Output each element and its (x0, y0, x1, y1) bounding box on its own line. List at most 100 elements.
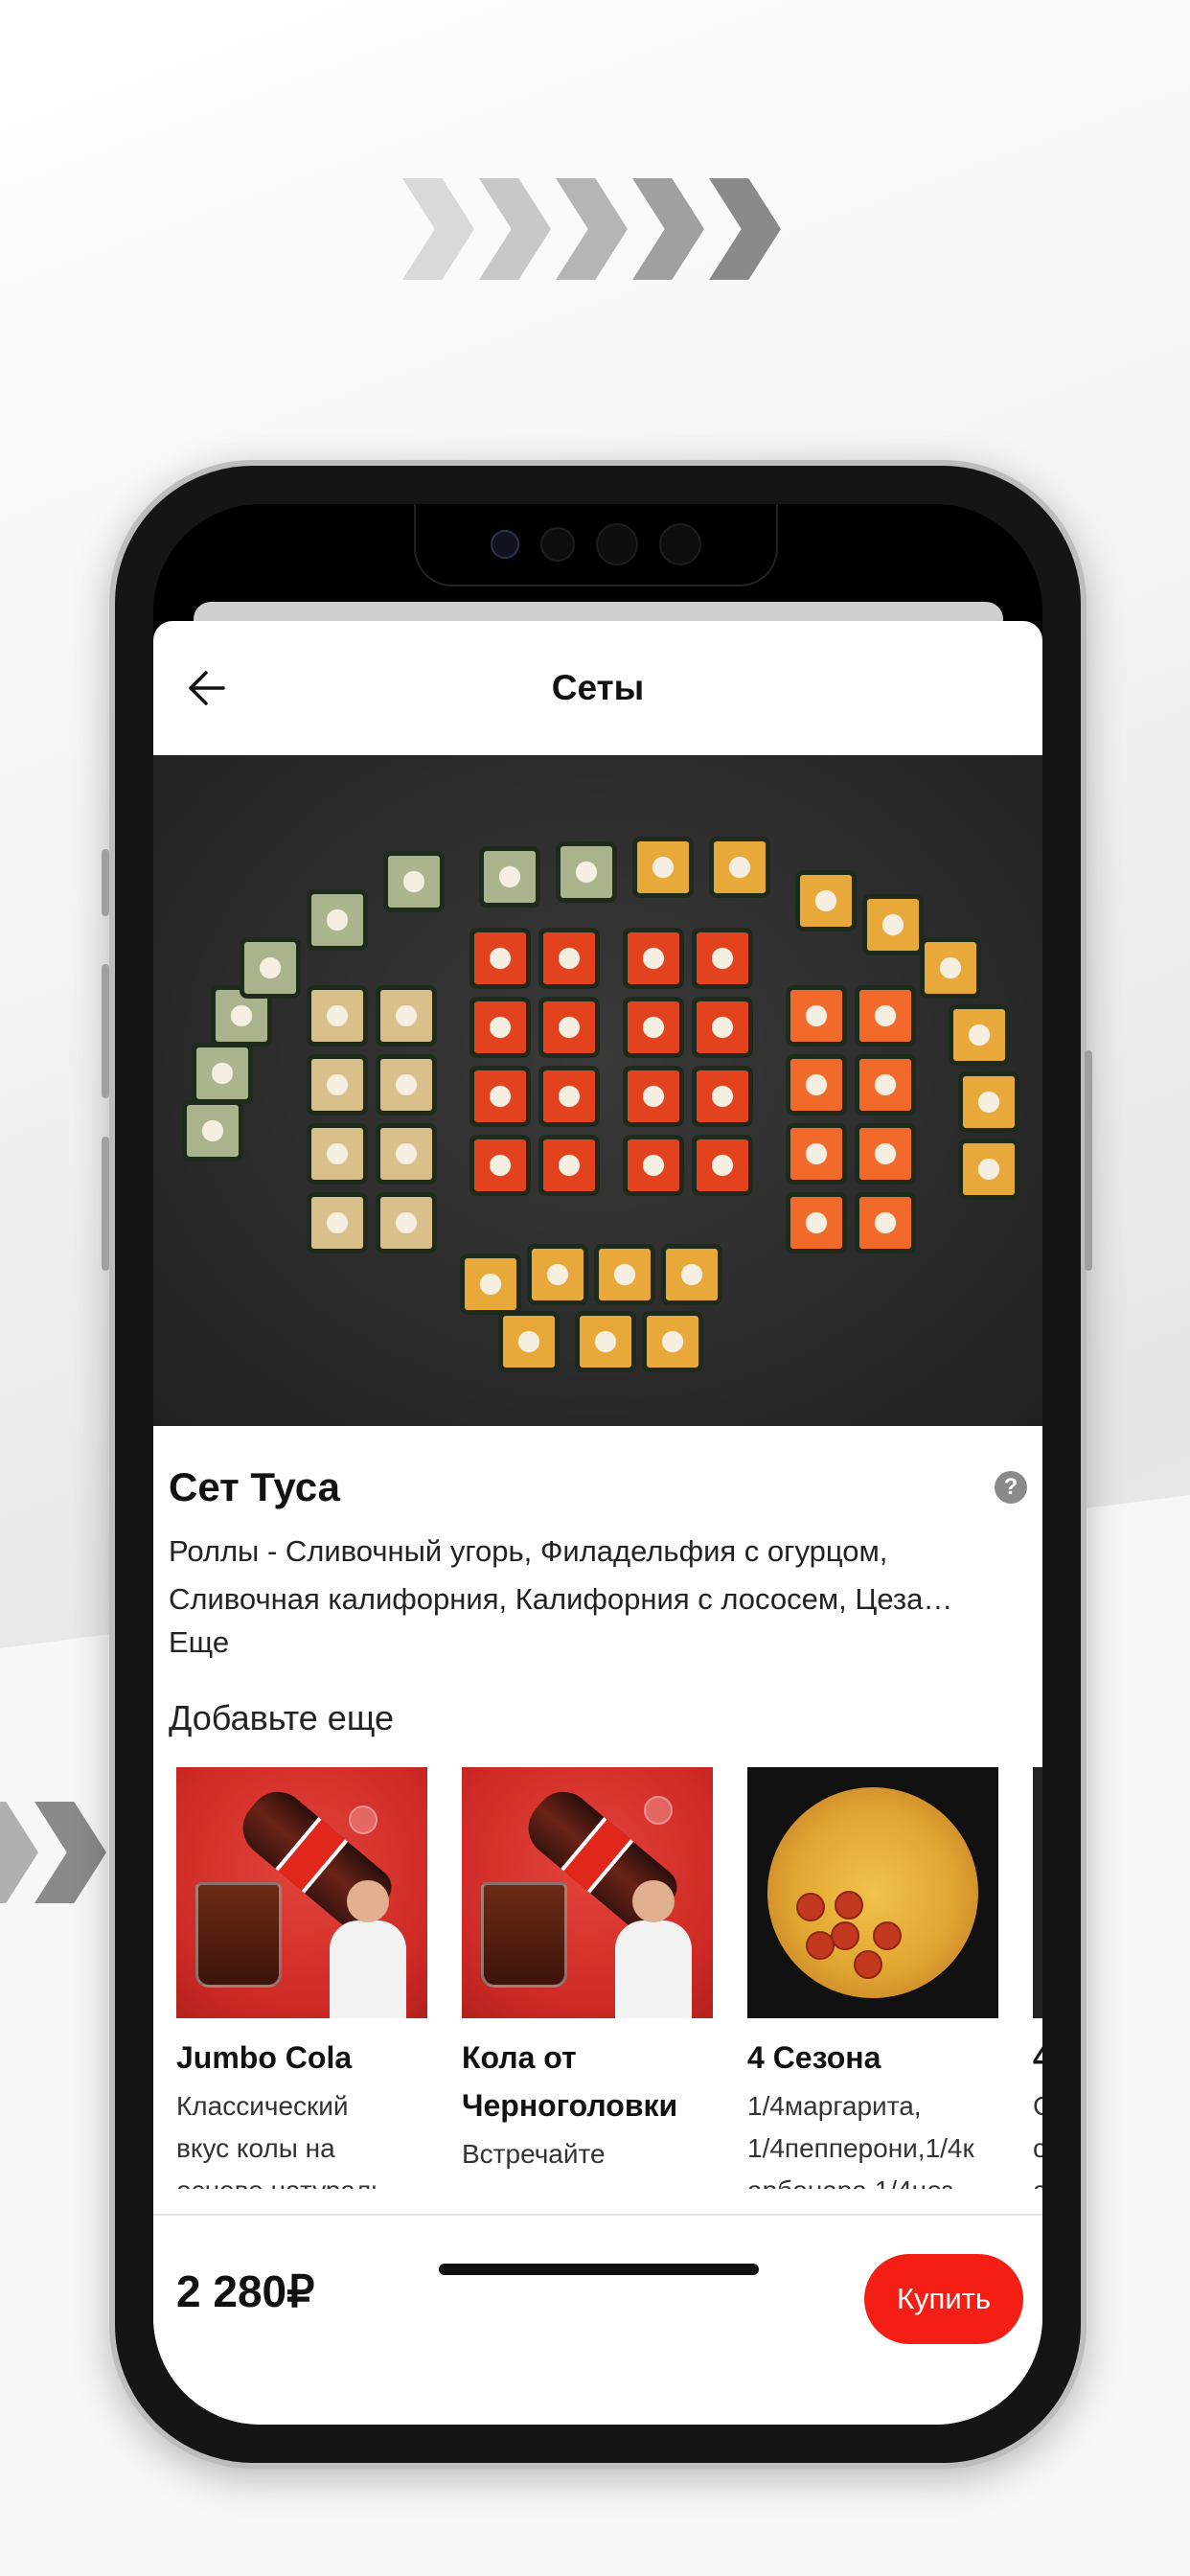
sushi-piece (307, 1054, 368, 1116)
addon-text-line: арбонара,1/4цез (747, 2170, 998, 2189)
phone-frame: Сеты Сет Туса ? Роллы - Сливочный угорь,… (102, 460, 1092, 2469)
addon-title: Jumbo Cola (176, 2040, 353, 2075)
sushi-piece (469, 1066, 531, 1127)
sushi-piece (307, 1123, 368, 1184)
sushi-piece (538, 928, 600, 989)
sushi-piece (855, 1123, 916, 1184)
addon-text-line: с (1033, 2170, 1042, 2189)
sushi-piece (376, 1192, 437, 1254)
sushi-piece (623, 1066, 684, 1127)
sushi-piece (556, 841, 617, 903)
addon-text: Встречайте новинку (462, 2133, 713, 2189)
help-icon[interactable]: ? (995, 1471, 1027, 1504)
sushi-piece (469, 997, 531, 1058)
sushi-piece (786, 1054, 847, 1116)
addon-text-line: 1/4пепперони,1/4к (747, 2133, 974, 2163)
sushi-piece (538, 1066, 600, 1127)
sushi-piece (786, 985, 847, 1046)
sushi-piece (623, 1135, 684, 1196)
addon-text-line: Классический (176, 2091, 349, 2121)
buy-button[interactable]: Купить (864, 2254, 1023, 2344)
product-sheet: Сеты Сет Туса ? Роллы - Сливочный угорь,… (153, 621, 1042, 2425)
addon-text: С с с (1033, 2085, 1042, 2189)
addon-card-partial[interactable]: 4 С с с (1033, 1767, 1042, 2189)
sushi-piece (958, 1138, 1019, 1200)
sushi-piece (661, 1244, 722, 1305)
back-button[interactable] (182, 664, 230, 712)
sushi-piece (958, 1071, 1019, 1133)
addon-text-line: 1/4маргарита, (747, 2091, 922, 2121)
sushi-piece (376, 1123, 437, 1184)
sushi-piece (469, 1135, 531, 1196)
addon-image (747, 1767, 998, 2018)
addon-text-line: с (1033, 2133, 1042, 2163)
sushi-piece (469, 928, 531, 989)
sushi-piece (538, 1135, 600, 1196)
addon-text: 1/4маргарита, 1/4пепперони,1/4к арбонара… (747, 2085, 998, 2189)
sushi-piece (855, 1192, 916, 1254)
addon-text: Классический вкус колы на основе натурал… (176, 2085, 427, 2189)
sushi-piece (623, 997, 684, 1058)
sushi-piece (949, 1004, 1010, 1066)
sushi-piece (575, 1311, 636, 1372)
product-title: Сет Туса (169, 1464, 340, 1509)
sushi-piece (182, 1100, 243, 1162)
sushi-piece (855, 985, 916, 1046)
sushi-piece (862, 894, 924, 955)
addon-card-4-sezona[interactable]: 4 Сезона 1/4маргарита, 1/4пепперони,1/4к… (747, 1767, 998, 2189)
addons-heading: Добавьте еще (169, 1698, 395, 1737)
product-info: Сет Туса ? Роллы - Сливочный угорь, Фила… (153, 1464, 1042, 1738)
product-description: Роллы - Сливочный угорь, Филадельфия с о… (169, 1528, 1027, 1623)
camera-icon (491, 530, 519, 559)
sushi-piece (498, 1311, 560, 1372)
price: 2 280₽ (176, 2266, 315, 2316)
sushi-piece (786, 1123, 847, 1184)
more-link[interactable]: Еще (169, 1625, 1027, 1660)
sushi-piece (855, 1054, 916, 1116)
addon-image (1033, 1767, 1042, 2018)
sushi-piece (623, 928, 684, 989)
sushi-piece (376, 1054, 437, 1116)
sushi-piece (692, 997, 753, 1058)
sushi-piece (192, 1043, 253, 1104)
addons-carousel[interactable]: Jumbo Cola Классический вкус колы на осн… (153, 1767, 1042, 2189)
sushi-piece (642, 1311, 703, 1372)
addon-card-kola-chernogolovki[interactable]: Кола от Черноголовки Встречайте новинку (462, 1767, 713, 2189)
addon-title: 4 Сезона (747, 2040, 881, 2075)
sushi-piece (920, 937, 981, 999)
sushi-piece (709, 837, 770, 898)
sushi-piece (692, 1135, 753, 1196)
sushi-piece (460, 1254, 521, 1315)
addon-text-line: вкус колы на (176, 2133, 335, 2163)
sushi-piece (786, 1192, 847, 1254)
addon-text-line: новинку (462, 2175, 713, 2189)
sushi-piece (383, 851, 445, 912)
sushi-piece (692, 1066, 753, 1127)
nav-bar: Сеты (153, 621, 1042, 755)
addon-text-line: С (1033, 2085, 1042, 2128)
sushi-piece (479, 846, 540, 908)
description-line: Сливочная калифорния, Калифорния с лосос… (169, 1582, 953, 1616)
addon-title: Кола от Черноголовки (462, 2040, 678, 2123)
addon-title: 4 (1033, 2040, 1042, 2075)
sushi-piece (307, 1192, 368, 1254)
sushi-piece (527, 1244, 588, 1305)
page-title: Сеты (551, 668, 645, 707)
sushi-piece (307, 985, 368, 1046)
phone-screen: Сеты Сет Туса ? Роллы - Сливочный угорь,… (153, 504, 1042, 2425)
sushi-piece (795, 870, 857, 932)
addon-text-line: основе натураль (176, 2170, 427, 2189)
home-indicator[interactable] (439, 2264, 759, 2275)
addon-image (462, 1767, 713, 2018)
sushi-piece (692, 928, 753, 989)
addon-card-jumbo-cola[interactable]: Jumbo Cola Классический вкус колы на осн… (176, 1767, 427, 2189)
sushi-piece (376, 985, 437, 1046)
addon-image (176, 1767, 427, 2018)
sushi-piece (240, 937, 301, 999)
sushi-piece (594, 1244, 655, 1305)
sushi-piece (632, 837, 694, 898)
notch (414, 504, 778, 586)
purchase-bar: 2 280₽ Купить (153, 2214, 1042, 2425)
product-image (153, 755, 1042, 1426)
addon-text-line: Встречайте (462, 2139, 606, 2169)
